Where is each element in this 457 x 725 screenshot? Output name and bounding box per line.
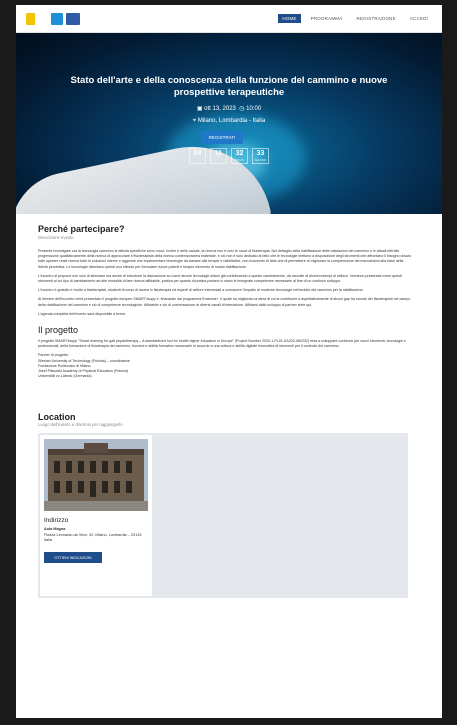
- main-content: Perché partecipare? Descrizione evento P…: [16, 214, 442, 599]
- venue-photo: [44, 439, 148, 512]
- nav-registrazione[interactable]: REGISTRAZIONE: [352, 14, 399, 23]
- nav-programma[interactable]: PROGRAMMA: [307, 14, 347, 23]
- nav-accedi[interactable]: ACCEDI: [406, 14, 432, 23]
- section-title-why: Perché partecipare?: [38, 224, 125, 234]
- venue-country: Italia: [44, 537, 53, 542]
- section-title-location: Location: [38, 412, 76, 423]
- why-paragraph: Al termine dell'incontro verrà presentat…: [38, 297, 411, 307]
- hero-banner: Stato dell'arte e della conoscenza della…: [16, 33, 442, 214]
- why-paragraph: L'incontro si propone non solo di stimol…: [38, 273, 402, 284]
- event-time: 10:00: [246, 106, 262, 112]
- countdown-hours: 11: [210, 148, 227, 164]
- smart-logo: [51, 12, 63, 25]
- countdown: 04 11 32 MINUTI 33 SECONDI: [16, 148, 442, 164]
- countdown-minutes: 32 MINUTI: [231, 148, 248, 164]
- eu-flag-logo: [66, 12, 80, 25]
- event-title: Stato dell'arte e della conoscenza della…: [70, 75, 388, 98]
- section-subtitle-why: Descrizione evento: [38, 235, 74, 240]
- map-placeholder[interactable]: [154, 433, 408, 599]
- why-paragraph: L'agenda completa dell'evento sarà dispo…: [38, 311, 127, 316]
- register-button[interactable]: REGISTRATI: [201, 131, 243, 144]
- partner-item: Universität zu Lübeck (Germania): [38, 374, 92, 379]
- address-card: Indirizzo Aula Magna Piazza Leonardo da …: [40, 435, 152, 597]
- clock-icon: ◷: [239, 106, 245, 112]
- fondazione-logo: [26, 12, 48, 25]
- location-panel: Indirizzo Aula Magna Piazza Leonardo da …: [38, 433, 408, 599]
- section-subtitle-location: Luogo dell'evento e direzioni per raggiu…: [38, 422, 123, 428]
- countdown-days: 04: [189, 148, 206, 164]
- venue-street: Piazza Leonardo da Vinci, 32, Milano, Lo…: [44, 532, 142, 537]
- why-paragraph: L'incontro è gratuito e rivolto a fisiot…: [38, 288, 364, 293]
- why-paragraph: Presente investigare ora la tecnologia c…: [38, 249, 412, 269]
- event-date: ott 13, 2023: [204, 106, 236, 112]
- top-navbar: HOME PROGRAMMA REGISTRAZIONE ACCEDI: [16, 5, 442, 33]
- calendar-icon: ▣: [196, 106, 203, 112]
- location-pin-icon: ⌖: [192, 118, 197, 124]
- browser-page: HOME PROGRAMMA REGISTRAZIONE ACCEDI Stat…: [16, 5, 442, 718]
- event-meta: ▣ ott 13, 2023 ◷ 10:00 ⌖ Milano, Lombard…: [16, 103, 442, 127]
- event-location: Milano, Lombardia - Italia: [197, 118, 266, 124]
- project-description: Il progetto SMART4supp "Smart learning f…: [38, 339, 407, 349]
- building-illustration: [44, 439, 148, 512]
- main-nav: HOME PROGRAMMA REGISTRAZIONE ACCEDI: [278, 14, 432, 23]
- countdown-seconds: 33 SECONDI: [252, 148, 269, 164]
- get-directions-button[interactable]: OTTIENI INDICAZIONI: [44, 552, 102, 564]
- partner-logos[interactable]: [26, 12, 80, 25]
- address-title: Indirizzo: [44, 517, 69, 525]
- nav-home[interactable]: HOME: [278, 14, 301, 23]
- section-title-project: Il progetto: [38, 325, 79, 336]
